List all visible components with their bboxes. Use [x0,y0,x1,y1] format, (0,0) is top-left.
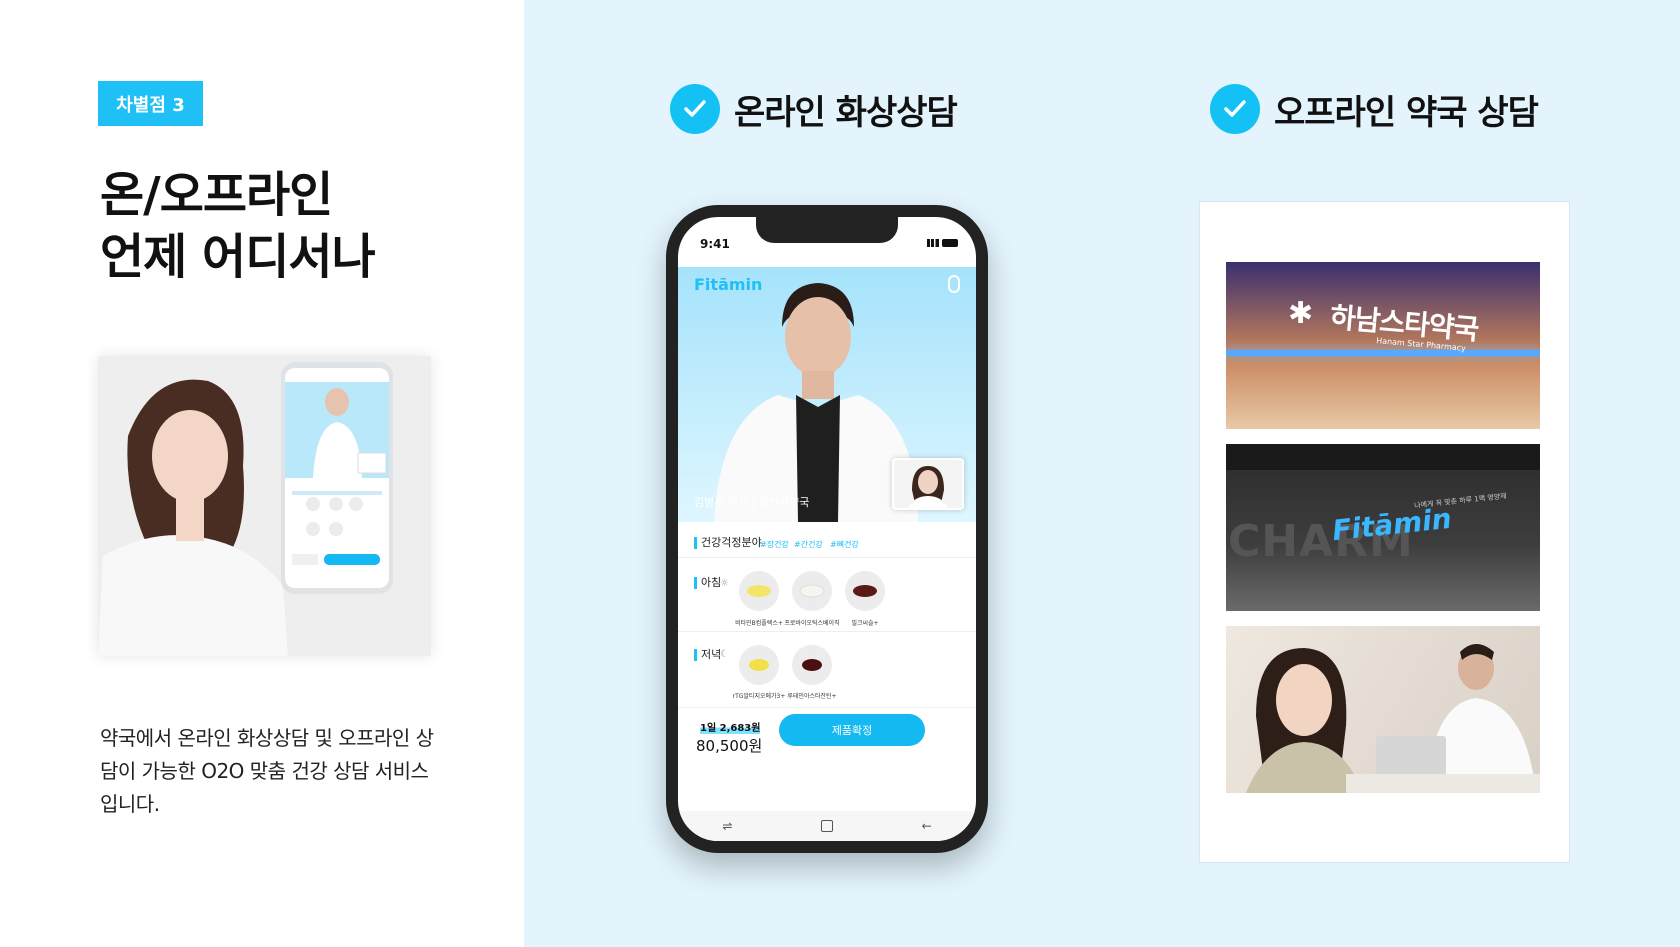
divider [678,557,976,558]
pill-milk-thistle[interactable] [845,571,885,611]
service-description: 약국에서 온라인 화상상담 및 오프라인 상담이 가능한 O2O 맞춤 건강 상… [100,726,434,816]
online-column-title: 온라인 화상상담 [670,82,958,136]
pill-vitamin-b[interactable] [739,571,779,611]
pill-probiotics[interactable] [792,571,832,611]
evening-label: 저녁 [694,649,721,661]
price-total: 80,500원 [696,737,763,755]
pharmacist-caption: 김병주 약사 | 참인시약국 [694,496,810,509]
counter-sign-sub: 나에게 꼭 맞춘 하루 1팩 영양제 [1413,492,1508,510]
divider [678,631,976,632]
woman-with-phone-illustration [98,356,431,656]
video-call-area: Fitāmin 김병주 약사 | 참인시약국 [678,267,976,522]
pill-omega3[interactable] [739,645,779,685]
phone-notch [756,217,898,243]
morning-label: 아침 [694,577,721,589]
pill-name: 루테인아스타잔틴+ [787,693,837,700]
offline-column-title: 오프라인 약국 상담 [1210,82,1539,136]
self-view-thumbnail[interactable] [892,458,964,510]
check-circle-icon [1210,84,1260,134]
differentiator-badge: 차별점 3 [98,81,203,126]
recent-apps-icon[interactable]: ⇌ [722,819,732,833]
phone-mockup: 9:41 Fitāmin 김병주 약사 | 참인시약국 건강걱정분야 #장건강 … [666,205,988,853]
concern-label: 건강걱정분야 [694,537,762,549]
confirm-product-button[interactable]: 제품확정 [779,714,925,746]
pharmacy-storefront-photo: ✱ 하남스타약국 Hanam Star Pharmacy [1226,262,1540,429]
online-title-text: 온라인 화상상담 [734,92,958,133]
offline-photo-gallery: ✱ 하남스타약국 Hanam Star Pharmacy CHARM Fitām… [1199,201,1570,863]
concern-tag[interactable]: #뼈건강 [830,539,859,550]
battery-icon [942,239,958,247]
pill-name: 밀크씨슬+ [851,620,879,627]
android-nav-bar: ⇌ ← [678,811,976,841]
moon-icon: ☾ [720,649,729,660]
headline: 온/오프라인 언제 어디서나 [100,164,376,288]
sun-icon: ☼ [720,578,729,589]
status-time: 9:41 [700,237,730,251]
offline-title-text: 오프라인 약국 상담 [1274,92,1539,133]
divider [678,707,976,708]
concern-tag[interactable]: #장건강 [760,539,789,550]
headline-line1: 온/오프라인 [100,167,333,223]
star-logo-icon: ✱ [1288,296,1314,331]
status-icons [927,239,958,247]
concern-tag[interactable]: #간건강 [794,539,823,550]
price-per-day: 1일 2,683원 [700,719,761,734]
phone-screen: 9:41 Fitāmin 김병주 약사 | 참인시약국 건강걱정분야 #장건강 … [678,217,976,841]
signal-icon [927,239,939,247]
back-arrow-icon[interactable]: ← [922,819,932,833]
pill-lutein[interactable] [792,645,832,685]
left-panel: 차별점 3 온/오프라인 언제 어디서나 약국에서 온라인 화상상담 및 오프라… [0,0,524,947]
headline-line2: 언제 어디서나 [100,229,376,285]
fitamin-counter-photo: CHARM Fitāmin 나에게 꼭 맞춘 하루 1팩 영양제 [1226,444,1540,611]
home-icon[interactable] [821,820,833,832]
check-circle-icon [670,84,720,134]
in-person-consultation-photo [1226,626,1540,793]
consultation-photo [98,356,431,656]
